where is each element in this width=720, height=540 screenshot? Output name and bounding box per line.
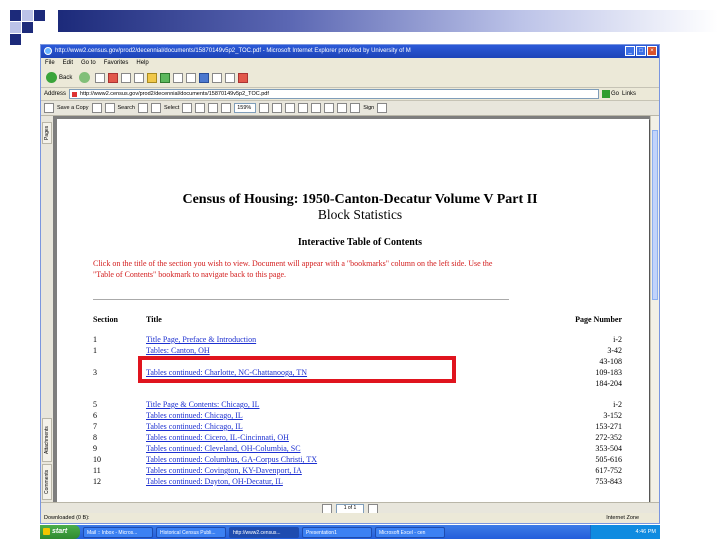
row-title-link[interactable]: Tables continued: Dayton, OH-Decatur, IL xyxy=(146,477,283,487)
start-button[interactable]: start xyxy=(40,525,80,539)
row-pages: i-2 xyxy=(613,400,622,409)
row-title-link[interactable]: Tables: Canton, OH xyxy=(146,346,210,356)
menu-edit[interactable]: Edit xyxy=(63,58,73,68)
column-header-page: Page Number xyxy=(575,315,622,324)
menu-help[interactable]: Help xyxy=(136,58,148,68)
table-row: 10 Tables continued: Columbus, GA-Corpus… xyxy=(0,455,720,465)
menu-goto[interactable]: Go to xyxy=(81,58,96,68)
divider xyxy=(93,299,509,300)
taskbar: start Mail :: Inbox - Micros... Historic… xyxy=(40,525,660,539)
column-header-title: Title xyxy=(146,315,162,324)
row-title-link[interactable]: Title Page, Preface & Introduction xyxy=(146,335,256,345)
row-pages: 3-152 xyxy=(603,411,622,420)
menu-favorites[interactable]: Favorites xyxy=(104,58,129,68)
taskbar-item[interactable]: Mail :: Inbox - Micros... xyxy=(83,526,153,538)
table-row: 8 Tables continued: Cicero, IL-Cincinnat… xyxy=(0,433,720,443)
document-title: Census of Housing: 1950-Canton-Decatur V… xyxy=(182,192,538,207)
toc-heading: Interactive Table of Contents xyxy=(297,237,423,248)
row-title-link[interactable]: Tables continued: Chicago, IL xyxy=(146,411,243,421)
row-pages: 3-42 xyxy=(607,346,622,355)
column-header-section: Section xyxy=(93,315,118,324)
row-title-link[interactable]: Tables continued: Chicago, IL xyxy=(146,422,243,432)
row-title-link[interactable]: Tables continued: Cicero, IL-Cincinnati,… xyxy=(146,433,289,443)
row-pages: 109-183 xyxy=(595,368,622,377)
document-content: Census of Housing: 1950-Canton-Decatur V… xyxy=(0,75,720,515)
table-row: 6 Tables continued: Chicago, IL 3-152 xyxy=(0,411,720,421)
row-title-link[interactable]: Tables continued: Covington, KY-Davenpor… xyxy=(146,466,302,476)
instructions: Click on the title of the section you wi… xyxy=(93,259,493,279)
taskbar-item[interactable]: Presentation1 xyxy=(302,526,372,538)
taskbar-item[interactable]: http://www2.census... xyxy=(229,526,299,538)
document-subtitle: Block Statistics xyxy=(317,207,403,222)
row-section: 10 xyxy=(93,455,101,464)
row-section: 11 xyxy=(93,466,101,475)
row-pages: 617-752 xyxy=(595,466,622,475)
row-pages: 753-843 xyxy=(595,477,622,486)
row-section: 1 xyxy=(93,335,97,344)
minimize-button[interactable]: _ xyxy=(625,46,635,56)
internet-explorer-icon xyxy=(44,47,52,55)
row-pages: 184-204 xyxy=(595,379,622,388)
window-titlebar[interactable]: http://www2.census.gov/prod2/decennial/d… xyxy=(41,45,659,58)
row-section: 1 xyxy=(93,346,97,355)
row-section: 6 xyxy=(93,411,97,420)
row-section: 12 xyxy=(93,477,101,486)
row-section: 5 xyxy=(93,400,97,409)
row-pages: 353-504 xyxy=(595,444,622,453)
row-pages: i-2 xyxy=(613,335,622,344)
window-title: http://www2.census.gov/prod2/decennial/d… xyxy=(55,48,411,54)
row-pages: 153-271 xyxy=(595,422,622,431)
row-section: 8 xyxy=(93,433,97,442)
row-section: 7 xyxy=(93,422,97,431)
row-section: 9 xyxy=(93,444,97,453)
highlight-box xyxy=(138,356,456,383)
row-section: 3 xyxy=(93,368,97,377)
taskbar-item[interactable]: Historical Census Publi... xyxy=(156,526,226,538)
row-title-link[interactable]: Title Page & Contents: Chicago, IL xyxy=(146,400,259,410)
status-text: Downloaded (0 B): xyxy=(44,515,90,521)
table-row: 1 Tables: Canton, OH 3-42 xyxy=(0,346,720,356)
menu-file[interactable]: File xyxy=(45,58,55,68)
row-title-link[interactable]: Tables continued: Cleveland, OH-Columbia… xyxy=(146,444,301,454)
row-pages: 505-616 xyxy=(595,455,622,464)
table-row: 5 Title Page & Contents: Chicago, IL i-2 xyxy=(0,400,720,410)
table-row: 11 Tables continued: Covington, KY-Daven… xyxy=(0,466,720,476)
row-title-link[interactable]: Tables continued: Columbus, GA-Corpus Ch… xyxy=(146,455,317,465)
maximize-button[interactable]: □ xyxy=(636,46,646,56)
table-row: 12 Tables continued: Dayton, OH-Decatur,… xyxy=(0,477,720,487)
taskbar-item[interactable]: Microsoft Excel - cen xyxy=(375,526,445,538)
system-tray-clock: 4:46 PM xyxy=(590,525,660,539)
table-row: 1 Title Page, Preface & Introduction i-2 xyxy=(0,335,720,345)
table-row: 7 Tables continued: Chicago, IL 153-271 xyxy=(0,422,720,432)
close-button[interactable]: × xyxy=(647,46,657,56)
row-pages: 272-352 xyxy=(595,433,622,442)
table-row: 9 Tables continued: Cleveland, OH-Columb… xyxy=(0,444,720,454)
menu-bar: File Edit Go to Favorites Help xyxy=(41,58,659,68)
row-pages: 43-108 xyxy=(599,357,622,366)
